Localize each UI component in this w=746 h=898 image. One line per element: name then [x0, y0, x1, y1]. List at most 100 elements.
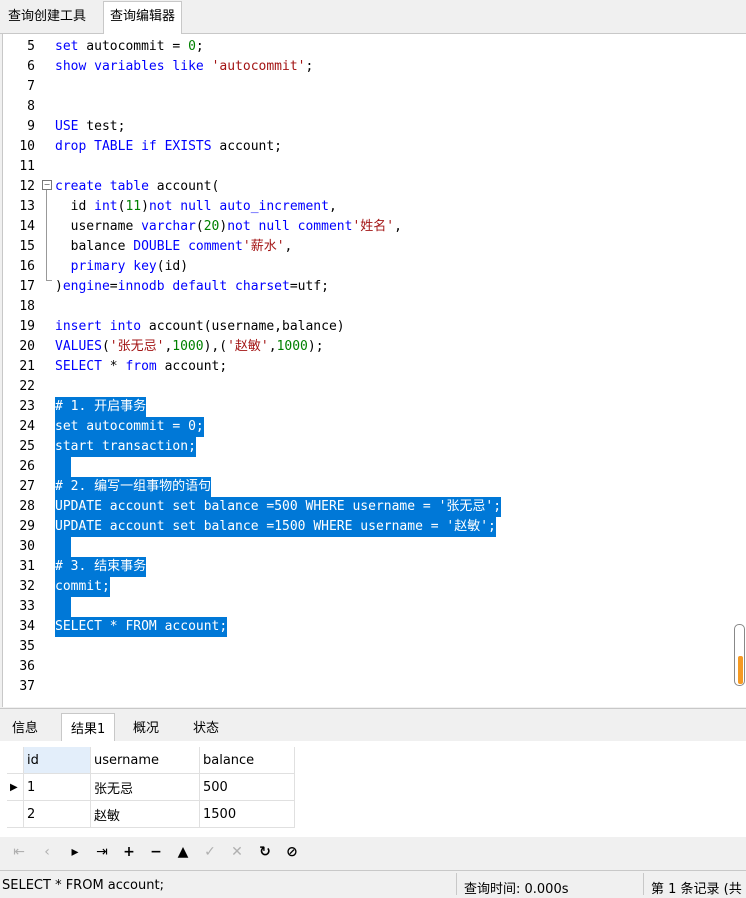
status-record-count: 第 1 条记录 (共 [651, 882, 742, 897]
code-text[interactable]: create table account( [55, 177, 219, 197]
code-line[interactable]: 18 [3, 297, 746, 317]
tab-result1[interactable]: 结果1 [61, 713, 116, 743]
code-text[interactable] [55, 597, 71, 617]
code-line[interactable]: 24 set autocommit = 0; [3, 417, 746, 437]
previous-record-icon[interactable]: ‹ [38, 843, 56, 861]
code-text[interactable] [55, 457, 71, 477]
code-text[interactable]: SELECT * from account; [55, 357, 227, 377]
code-line[interactable]: 14 username varchar(20)not null comment'… [3, 217, 746, 237]
code-line[interactable]: 22 [3, 377, 746, 397]
code-line[interactable]: 20 VALUES('张无忌',1000),('赵敏',1000); [3, 337, 746, 357]
code-line[interactable]: 27 # 2. 编写一组事物的语句 [3, 477, 746, 497]
add-record-icon[interactable]: + [120, 843, 138, 861]
refresh-icon[interactable]: ↻ [256, 843, 274, 861]
code-line[interactable]: 23 # 1. 开启事务 [3, 397, 746, 417]
code-line[interactable]: 7 [3, 77, 746, 97]
scroll-position-marker [738, 656, 743, 684]
sql-editor[interactable]: − 5 set autocommit = 0; 6 show variables li… [2, 34, 746, 707]
tab-overview[interactable]: 概况 [133, 717, 159, 736]
code-line[interactable]: 5 set autocommit = 0; [3, 37, 746, 57]
code-line[interactable]: 9 USE test; [3, 117, 746, 137]
table-row[interactable]: 2 赵敏 1500 [7, 800, 295, 828]
code-line[interactable]: 17)engine=innodb default charset=utf; [3, 277, 746, 297]
column-header-balance[interactable]: balance [199, 747, 295, 774]
code-text[interactable]: )engine=innodb default charset=utf; [55, 277, 329, 297]
line-number: 13 [19, 199, 35, 214]
status-sql-text: SELECT * FROM account; [2, 878, 164, 893]
next-record-icon[interactable]: ▸ [66, 843, 84, 861]
record-navigation-toolbar: ⇤ ‹ ▸ ⇥ + − ▲ ✓ ✕ ↻ ⊘ [0, 837, 746, 867]
code-text[interactable]: USE test; [55, 117, 125, 137]
first-record-icon[interactable]: ⇤ [10, 843, 28, 861]
status-divider [643, 873, 644, 895]
code-text[interactable]: UPDATE account set balance =1500 WHERE u… [55, 517, 496, 537]
confirm-edit-icon[interactable]: ✓ [201, 843, 219, 861]
code-line[interactable]: 33 [3, 597, 746, 617]
code-line[interactable]: 36 [3, 657, 746, 677]
code-line[interactable]: 31 # 3. 结束事务 [3, 557, 746, 577]
code-text[interactable]: VALUES('张无忌',1000),('赵敏',1000); [55, 337, 324, 357]
line-number: 26 [19, 459, 35, 474]
tab-query-editor[interactable]: 查询编辑器 [103, 1, 183, 34]
stop-icon[interactable]: ⊘ [283, 843, 301, 861]
code-line[interactable]: 37 [3, 677, 746, 697]
cell-id[interactable]: 1 [23, 773, 91, 801]
code-text[interactable]: insert into account(username,balance) [55, 317, 345, 337]
code-text[interactable]: # 1. 开启事务 [55, 397, 147, 417]
cell-username[interactable]: 赵敏 [90, 800, 200, 828]
tab-status[interactable]: 状态 [193, 717, 219, 736]
code-line[interactable]: 16 primary key(id) [3, 257, 746, 277]
code-line[interactable]: 15 balance DOUBLE comment'薪水', [3, 237, 746, 257]
code-line[interactable]: 30 [3, 537, 746, 557]
code-line[interactable]: 32 commit; [3, 577, 746, 597]
tab-info[interactable]: 信息 [12, 717, 38, 736]
code-line[interactable]: 6 show variables like 'autocommit'; [3, 57, 746, 77]
row-indicator [7, 800, 24, 828]
code-text[interactable]: commit; [55, 577, 110, 597]
code-line[interactable]: 12 create table account( [3, 177, 746, 197]
code-text[interactable]: # 2. 编写一组事物的语句 [55, 477, 212, 497]
code-text[interactable] [55, 537, 71, 557]
code-text[interactable]: id int(11)not null auto_increment, [55, 197, 337, 217]
code-line[interactable]: 28 UPDATE account set balance =500 WHERE … [3, 497, 746, 517]
code-line[interactable]: 8 [3, 97, 746, 117]
code-line[interactable]: 19 insert into account(username,balance) [3, 317, 746, 337]
code-text[interactable]: SELECT * FROM account; [55, 617, 228, 637]
cancel-edit-icon[interactable]: ✕ [228, 843, 246, 861]
code-text[interactable]: drop TABLE if EXISTS account; [55, 137, 282, 157]
column-header-username[interactable]: username [90, 747, 200, 774]
cell-username[interactable]: 张无忌 [90, 773, 200, 801]
code-text[interactable]: primary key(id) [55, 257, 188, 277]
code-line[interactable]: 10 drop TABLE if EXISTS account; [3, 137, 746, 157]
code-line[interactable]: 13 id int(11)not null auto_increment, [3, 197, 746, 217]
code-line[interactable]: 25 start transaction; [3, 437, 746, 457]
code-line[interactable]: 11 [3, 157, 746, 177]
code-line[interactable]: 35 [3, 637, 746, 657]
line-number: 33 [19, 599, 35, 614]
code-text[interactable]: balance DOUBLE comment'薪水', [55, 237, 293, 257]
line-number: 32 [19, 579, 35, 594]
code-text[interactable]: username varchar(20)not null comment'姓名'… [55, 217, 402, 237]
apply-changes-icon[interactable]: ▲ [174, 843, 192, 861]
code-line[interactable]: 29 UPDATE account set balance =1500 WHERE… [3, 517, 746, 537]
code-text[interactable]: start transaction; [55, 437, 196, 457]
code-line[interactable]: 21 SELECT * from account; [3, 357, 746, 377]
cell-balance[interactable]: 500 [199, 773, 295, 801]
line-number: 22 [19, 379, 35, 394]
code-text[interactable]: show variables like 'autocommit'; [55, 57, 313, 77]
tab-query-builder[interactable]: 查询创建工具 [2, 2, 92, 32]
delete-record-icon[interactable]: − [147, 843, 165, 861]
code-text[interactable]: UPDATE account set balance =500 WHERE us… [55, 497, 502, 517]
table-row[interactable]: ▶ 1 张无忌 500 [7, 773, 295, 801]
line-number: 16 [19, 259, 35, 274]
code-line[interactable]: 34 SELECT * FROM account; [3, 617, 746, 637]
last-record-icon[interactable]: ⇥ [93, 843, 111, 861]
cell-balance[interactable]: 1500 [199, 800, 295, 828]
line-number: 37 [19, 679, 35, 694]
column-header-id[interactable]: id [23, 747, 91, 774]
code-text[interactable]: # 3. 结束事务 [55, 557, 147, 577]
cell-id[interactable]: 2 [23, 800, 91, 828]
code-text[interactable]: set autocommit = 0; [55, 417, 204, 437]
code-text[interactable]: set autocommit = 0; [55, 37, 204, 57]
code-line[interactable]: 26 [3, 457, 746, 477]
